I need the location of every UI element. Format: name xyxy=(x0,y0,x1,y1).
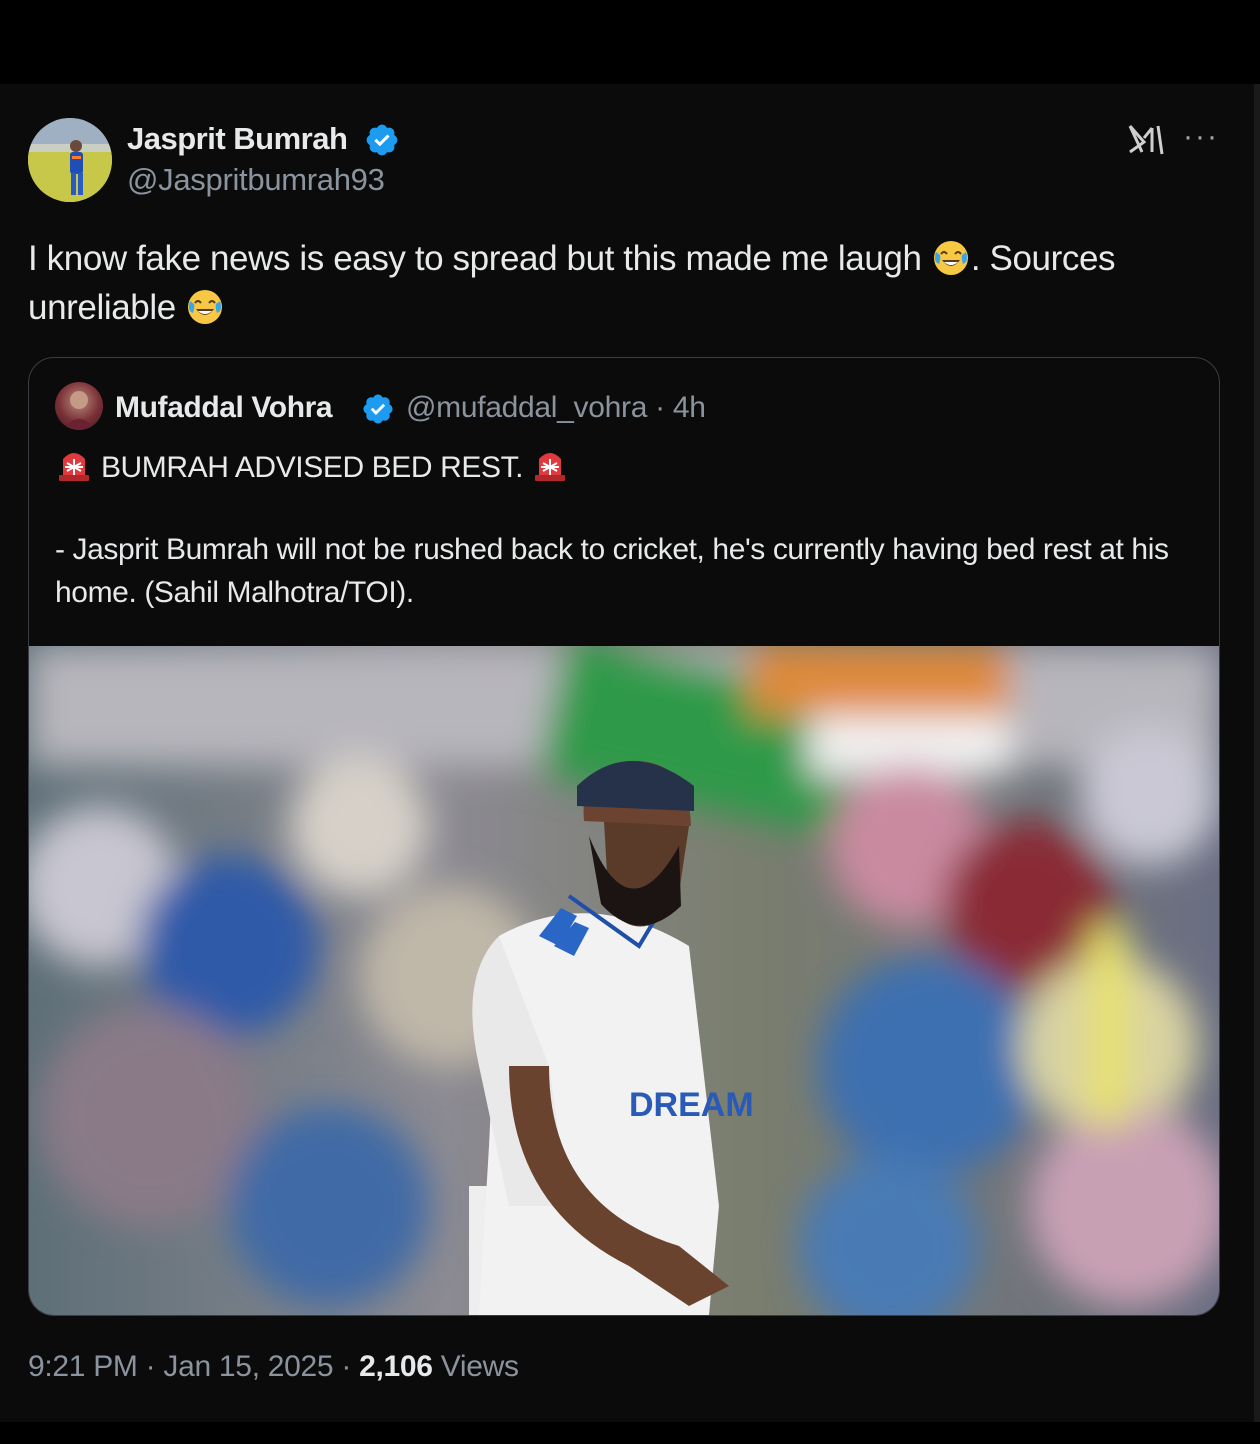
tweet-metadata: 9:21 PM · Jan 15, 2025 · 2,106 Views xyxy=(28,1350,519,1384)
police-light-siren-icon xyxy=(59,453,89,481)
verified-badge-icon xyxy=(366,124,398,156)
author-avatar[interactable] xyxy=(28,118,112,202)
police-light-siren-icon xyxy=(535,453,566,481)
face-with-tears-of-joy-icon xyxy=(188,290,223,324)
separator-dot: · xyxy=(655,391,665,424)
quoted-author-avatar[interactable] xyxy=(55,382,103,430)
tweet-text: I know fake news is easy to spread but t… xyxy=(28,234,1228,332)
more-options-icon[interactable]: ··· xyxy=(1183,120,1219,154)
separator-dot: · xyxy=(145,1350,156,1383)
scrollbar-edge xyxy=(1254,84,1260,1422)
quoted-author-name[interactable]: Mufaddal Vohra xyxy=(115,391,333,425)
views-count: 2,106 xyxy=(359,1350,433,1383)
quoted-handle-time: @mufaddal_vohra · 4h xyxy=(406,391,706,425)
views-label: Views xyxy=(440,1350,519,1383)
quoted-time-ago[interactable]: 4h xyxy=(673,391,706,424)
author-handle[interactable]: @Jaspritbumrah93 xyxy=(127,162,385,198)
quoted-body-text: - Jasprit Bumrah will not be rushed back… xyxy=(55,533,1169,609)
quoted-tweet[interactable]: Mufaddal Vohra @mufaddal_vohra · 4h BUMR… xyxy=(28,357,1220,1316)
bottom-black-bar xyxy=(0,1422,1260,1444)
tweet-text-part1: I know fake news is easy to spread but t… xyxy=(28,239,931,278)
quoted-headline-text: BUMRAH ADVISED BED REST. xyxy=(100,451,524,484)
separator-dot: · xyxy=(341,1350,352,1383)
tweet-time[interactable]: 9:21 PM xyxy=(28,1350,138,1383)
face-with-tears-of-joy-icon xyxy=(933,241,968,275)
jersey-text: DREAM xyxy=(629,1086,754,1124)
top-black-bar xyxy=(0,0,1260,84)
tweet-date[interactable]: Jan 15, 2025 xyxy=(163,1350,333,1383)
quoted-media-image[interactable]: DREAM xyxy=(29,646,1219,1315)
verified-badge-icon xyxy=(363,394,393,424)
x-logo-icon[interactable] xyxy=(1126,118,1166,158)
quoted-headline: BUMRAH ADVISED BED REST. xyxy=(55,445,569,485)
author-name[interactable]: Jasprit Bumrah xyxy=(127,121,348,157)
quoted-author-handle[interactable]: @mufaddal_vohra xyxy=(406,391,647,424)
